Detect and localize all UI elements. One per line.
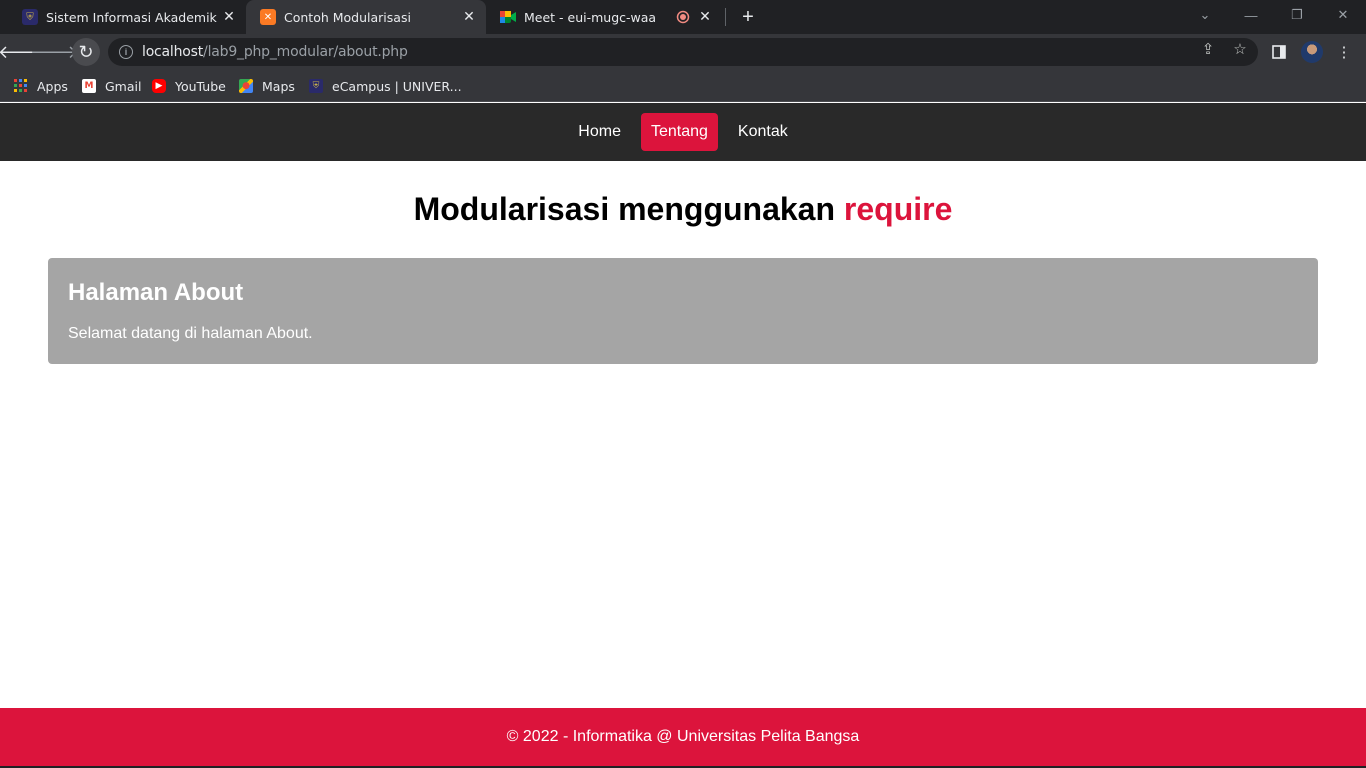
bookmark-apps[interactable]: Apps	[14, 76, 68, 96]
address-bar[interactable]: i localhost/lab9_php_modular/about.php	[108, 38, 1258, 66]
new-tab-button[interactable]: +	[737, 6, 759, 28]
minimize-icon[interactable]: —	[1228, 0, 1274, 30]
tab-separator	[725, 8, 726, 26]
maps-icon: ●	[239, 79, 253, 93]
page-title-accent: require	[843, 191, 953, 227]
university-logo-icon: ⛨	[22, 9, 38, 25]
bookmarks-bar: Apps M Gmail ▶ YouTube ● Maps ⛨ eCampus …	[0, 70, 1366, 102]
profile-avatar[interactable]	[1301, 41, 1323, 63]
menu-kebab-icon[interactable]: ⋮	[1334, 42, 1354, 62]
close-tab-icon[interactable]: ✕	[696, 8, 714, 26]
bookmark-label: eCampus | UNIVER...	[332, 78, 462, 94]
page-title-text: Modularisasi menggunakan	[413, 191, 836, 227]
bookmark-gmail[interactable]: M Gmail	[82, 76, 141, 96]
browser-toolbar: 🡐 🡒 ↻ i localhost/lab9_php_modular/about…	[0, 34, 1366, 70]
forward-arrow-icon[interactable]: 🡒	[30, 38, 78, 66]
page-title: Modularisasi menggunakan require	[0, 188, 1366, 230]
url-text[interactable]: localhost/lab9_php_modular/about.php	[142, 44, 408, 60]
site-info-icon[interactable]: i	[119, 45, 133, 59]
recording-indicator-icon	[674, 8, 692, 26]
site-footer: © 2022 - Informatika @ Universitas Pelit…	[0, 708, 1366, 766]
youtube-icon: ▶	[152, 79, 166, 93]
bookmark-youtube[interactable]: ▶ YouTube	[152, 76, 226, 96]
bookmark-maps[interactable]: ● Maps	[239, 76, 295, 96]
tab-title: Contoh Modularisasi	[284, 9, 411, 25]
university-logo-icon: ⛨	[309, 79, 323, 93]
card-title: Halaman About	[68, 279, 244, 306]
xampp-icon: ✕	[260, 9, 276, 25]
nav-link-kontak[interactable]: Kontak	[728, 113, 798, 151]
nav-link-tentang[interactable]: Tentang	[640, 113, 718, 151]
browser-tab-strip: ⛨ Sistem Informasi Akademik ✕ ✕ Contoh M…	[0, 0, 1366, 34]
bookmark-label: Maps	[262, 78, 295, 94]
google-meet-icon	[500, 9, 516, 25]
reload-icon[interactable]: ↻	[72, 38, 100, 66]
bookmark-label: Gmail	[105, 78, 142, 94]
share-icon[interactable]: ⇪	[1199, 40, 1217, 58]
tab-search-icon[interactable]: ⌄	[1182, 0, 1228, 30]
apps-grid-icon	[14, 79, 28, 93]
about-card: Halaman About Selamat datang di halaman …	[48, 258, 1318, 364]
bookmark-label: Apps	[37, 78, 68, 94]
bookmark-ecampus[interactable]: ⛨ eCampus | UNIVER...	[309, 76, 462, 96]
card-body: Selamat datang di halaman About.	[68, 325, 313, 342]
browser-tab-akademik[interactable]: ⛨ Sistem Informasi Akademik ✕	[8, 0, 246, 34]
bookmark-star-icon[interactable]: ☆	[1231, 40, 1249, 58]
footer-text: © 2022 - Informatika @ Universitas Pelit…	[506, 728, 860, 745]
browser-tab-modularisasi[interactable]: ✕ Contoh Modularisasi ✕	[246, 0, 486, 34]
gmail-icon: M	[82, 79, 96, 93]
tab-title: Meet - eui-mugc-waa	[524, 9, 657, 25]
tab-title: Sistem Informasi Akademik	[46, 9, 217, 25]
close-tab-icon[interactable]: ✕	[460, 8, 478, 26]
bookmark-label: YouTube	[175, 78, 226, 94]
browser-tab-meet[interactable]: Meet - eui-mugc-waa ✕	[486, 0, 722, 34]
nav-link-home[interactable]: Home	[568, 113, 631, 151]
close-window-icon[interactable]: ✕	[1320, 0, 1366, 30]
site-navigation: Home Tentang Kontak	[0, 103, 1366, 161]
close-tab-icon[interactable]: ✕	[220, 8, 238, 26]
side-panel-icon[interactable]	[1269, 42, 1289, 62]
restore-icon[interactable]: ❐	[1274, 0, 1320, 30]
